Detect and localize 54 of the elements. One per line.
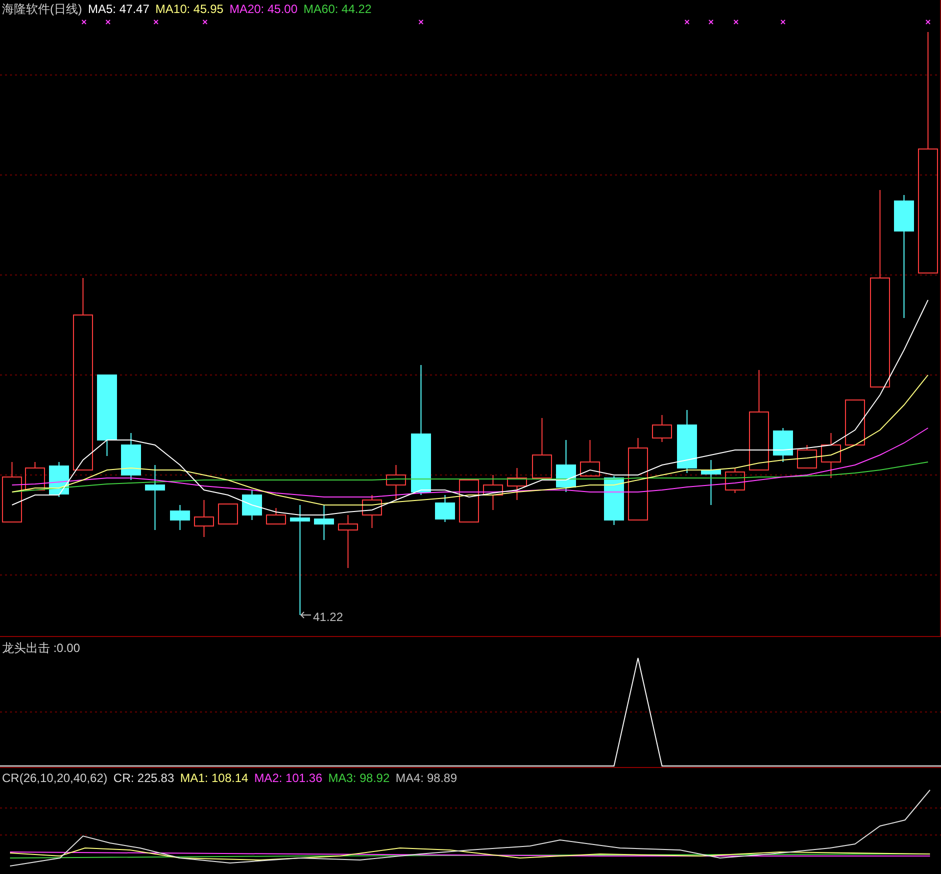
cross-marker-icon — [684, 20, 690, 24]
cross-marker-icon — [780, 20, 786, 24]
legend-value: MA1: 108.14 — [180, 770, 248, 786]
legend-value: MA20: 45.00 — [229, 1, 298, 17]
cross-marker-icon — [106, 20, 110, 24]
legend-value: CR: 225.83 — [113, 770, 174, 786]
indicator-title: 龙头出击 :0.00 — [1, 640, 82, 657]
candlestick — [797, 444, 817, 468]
cross-marker-icon — [418, 20, 424, 24]
candlestick — [532, 418, 552, 478]
candlestick — [362, 494, 382, 528]
candlestick — [677, 410, 697, 474]
candlestick — [556, 440, 576, 492]
candlestick — [218, 504, 238, 524]
candlestick — [386, 464, 406, 500]
candlestick — [435, 494, 455, 522]
arrow-icon — [300, 612, 312, 618]
candlestick — [121, 432, 141, 480]
cross-marker-icon — [734, 20, 738, 24]
cr-title: CR(26,10,20,40,62) — [2, 770, 108, 786]
candlestick — [194, 500, 214, 538]
legend-value: MA4: 98.89 — [396, 770, 458, 786]
legend-value: MA10: 45.95 — [155, 1, 224, 17]
cross-marker-icon — [926, 20, 930, 24]
cross-marker-icon — [708, 20, 714, 24]
candlestick — [773, 428, 793, 462]
candlestick — [580, 440, 600, 476]
chart-title: 海隆软件(日线) — [2, 1, 82, 17]
legend-value: MA5: 47.47 — [88, 1, 150, 17]
candlestick — [266, 508, 286, 524]
legend-value: MA60: 44.22 — [304, 1, 372, 17]
candlestick — [604, 476, 624, 526]
candlestick — [725, 468, 745, 494]
candlestick — [821, 432, 841, 478]
candlestick — [49, 462, 69, 498]
candlestick — [701, 460, 721, 506]
candlestick — [2, 462, 22, 522]
candlestick — [459, 480, 479, 522]
cross-marker-icon — [82, 20, 86, 24]
candlestick — [242, 490, 262, 520]
candlestick — [507, 468, 527, 500]
candlestick — [845, 400, 865, 446]
candlestick — [652, 414, 672, 442]
cross-marker-icon — [154, 20, 158, 24]
candlestick — [338, 514, 358, 568]
candlestick — [170, 504, 190, 530]
candlestick — [25, 462, 45, 490]
candlestick — [314, 504, 334, 540]
cross-marker-icon — [202, 20, 208, 24]
candlestick — [145, 464, 165, 530]
legend-value: MA2: 101.36 — [254, 770, 322, 786]
candlestick — [483, 474, 503, 510]
low-price-label: 41.22 — [313, 609, 344, 626]
legend-value: MA3: 98.92 — [328, 770, 390, 786]
